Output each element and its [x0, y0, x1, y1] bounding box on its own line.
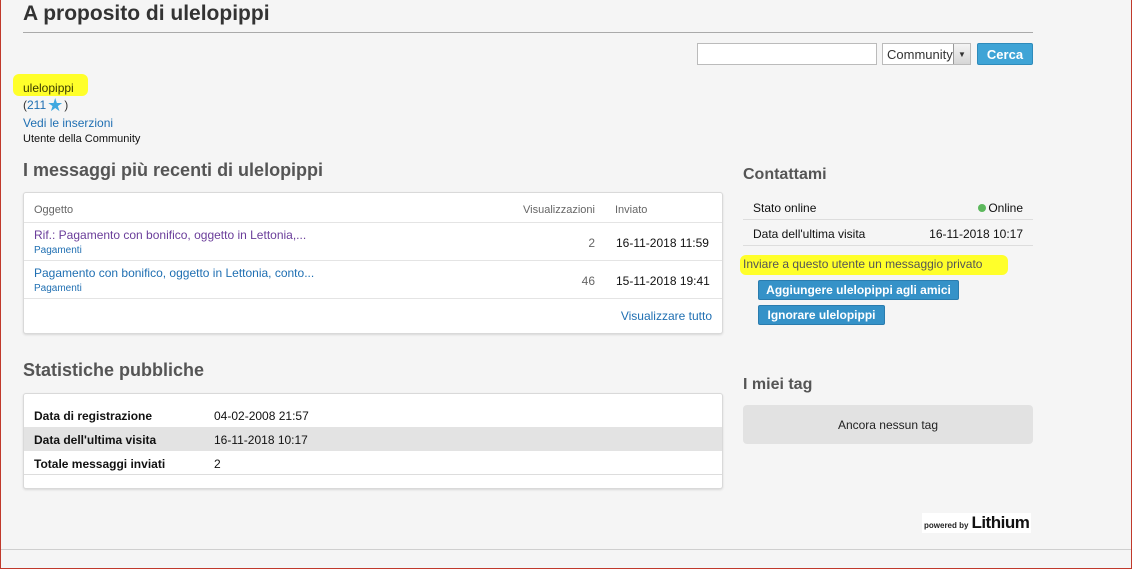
- last-visit-value: 16-11-2018 10:17: [929, 227, 1023, 241]
- search-scope-select[interactable]: Community ▼: [882, 43, 971, 65]
- search-input[interactable]: [697, 43, 877, 65]
- message-date: 15-11-2018 19:41: [616, 274, 710, 288]
- stat-row-registration: Data di registrazione 04-02-2008 21:57: [24, 403, 722, 427]
- footer-divider: [1, 549, 1131, 550]
- stat-value: 2: [214, 457, 221, 471]
- message-date: 16-11-2018 11:59: [616, 236, 709, 250]
- add-friend-button[interactable]: Aggiungere ulelopippi agli amici: [758, 280, 959, 300]
- message-subject-link[interactable]: Rif.: Pagamento con bonifico, oggetto in…: [34, 228, 306, 242]
- message-board-link[interactable]: Pagamenti: [34, 245, 82, 256]
- stats-heading: Statistiche pubbliche: [23, 360, 205, 380]
- column-views: Visualizzazioni: [523, 204, 595, 216]
- message-subject-link[interactable]: Pagamento con bonifico, oggetto in Letto…: [34, 266, 314, 280]
- contact-heading: Contattami: [743, 166, 827, 183]
- star-icon: ★: [47, 95, 64, 115]
- recent-messages-panel: Oggetto Visualizzazioni Inviato Rif.: Pa…: [23, 192, 723, 334]
- message-views: 46: [581, 274, 595, 288]
- view-posts-link[interactable]: Vedi le inserzioni: [23, 116, 113, 130]
- stat-value: 04-02-2008 21:57: [214, 409, 309, 423]
- online-status-value: Online: [978, 201, 1023, 215]
- powered-by-text: powered by: [924, 521, 969, 530]
- table-row: Rif.: Pagamento con bonifico, oggetto in…: [24, 223, 722, 261]
- kudos-count: ( 211 ★ ): [23, 95, 69, 115]
- lithium-logo: Lithium: [971, 513, 1030, 532]
- stat-label: Data di registrazione: [34, 409, 153, 423]
- ignore-user-button[interactable]: Ignorare ulelopippi: [758, 305, 885, 325]
- stat-row-last-visit: Data dell'ultima visita 16-11-2018 10:17: [24, 427, 722, 451]
- kudos-count-link[interactable]: 211: [27, 98, 46, 112]
- online-status-text: Online: [988, 201, 1023, 215]
- column-subject: Oggetto: [34, 204, 74, 216]
- contact-row-last-visit: Data dell'ultima visita 16-11-2018 10:17: [743, 221, 1033, 246]
- last-visit-label: Data dell'ultima visita: [753, 227, 866, 241]
- stat-label: Data dell'ultima visita: [34, 433, 157, 447]
- message-views: 2: [588, 236, 595, 250]
- private-message-link[interactable]: Inviare a questo utente un messaggio pri…: [743, 257, 982, 271]
- online-dot-icon: [978, 204, 987, 212]
- stat-row-total-messages: Totale messaggi inviati 2: [24, 451, 722, 475]
- page-title: A proposito di ulelopippi: [23, 2, 270, 25]
- recent-messages-heading: I messaggi più recenti di ulelopippi: [23, 160, 324, 180]
- search-scope-value: Community: [887, 47, 953, 62]
- stat-value: 16-11-2018 10:17: [214, 433, 308, 447]
- column-posted: Inviato: [615, 204, 648, 216]
- title-divider: [23, 32, 1033, 33]
- kudos-close: ): [64, 98, 69, 112]
- powered-by-logo[interactable]: powered by Lithium: [922, 513, 1032, 533]
- tags-empty-box: Ancora nessun tag: [743, 405, 1033, 444]
- tags-heading: I miei tag: [743, 376, 813, 393]
- search-button[interactable]: Cerca: [977, 43, 1033, 65]
- stats-panel: Data di registrazione 04-02-2008 21:57 D…: [23, 393, 723, 489]
- online-status-label: Stato online: [753, 201, 817, 215]
- stat-label: Totale messaggi inviati: [34, 457, 166, 471]
- message-board-link[interactable]: Pagamenti: [34, 283, 82, 294]
- table-row: Pagamento con bonifico, oggetto in Letto…: [24, 261, 722, 299]
- chevron-down-icon[interactable]: ▼: [953, 44, 970, 64]
- messages-table-header: Oggetto Visualizzazioni Inviato: [24, 193, 722, 223]
- contact-row-online: Stato online Online: [743, 195, 1033, 220]
- view-all-link[interactable]: Visualizzare tutto: [621, 309, 712, 323]
- profile-username: ulelopippi: [23, 81, 74, 95]
- user-rank: Utente della Community: [23, 133, 141, 145]
